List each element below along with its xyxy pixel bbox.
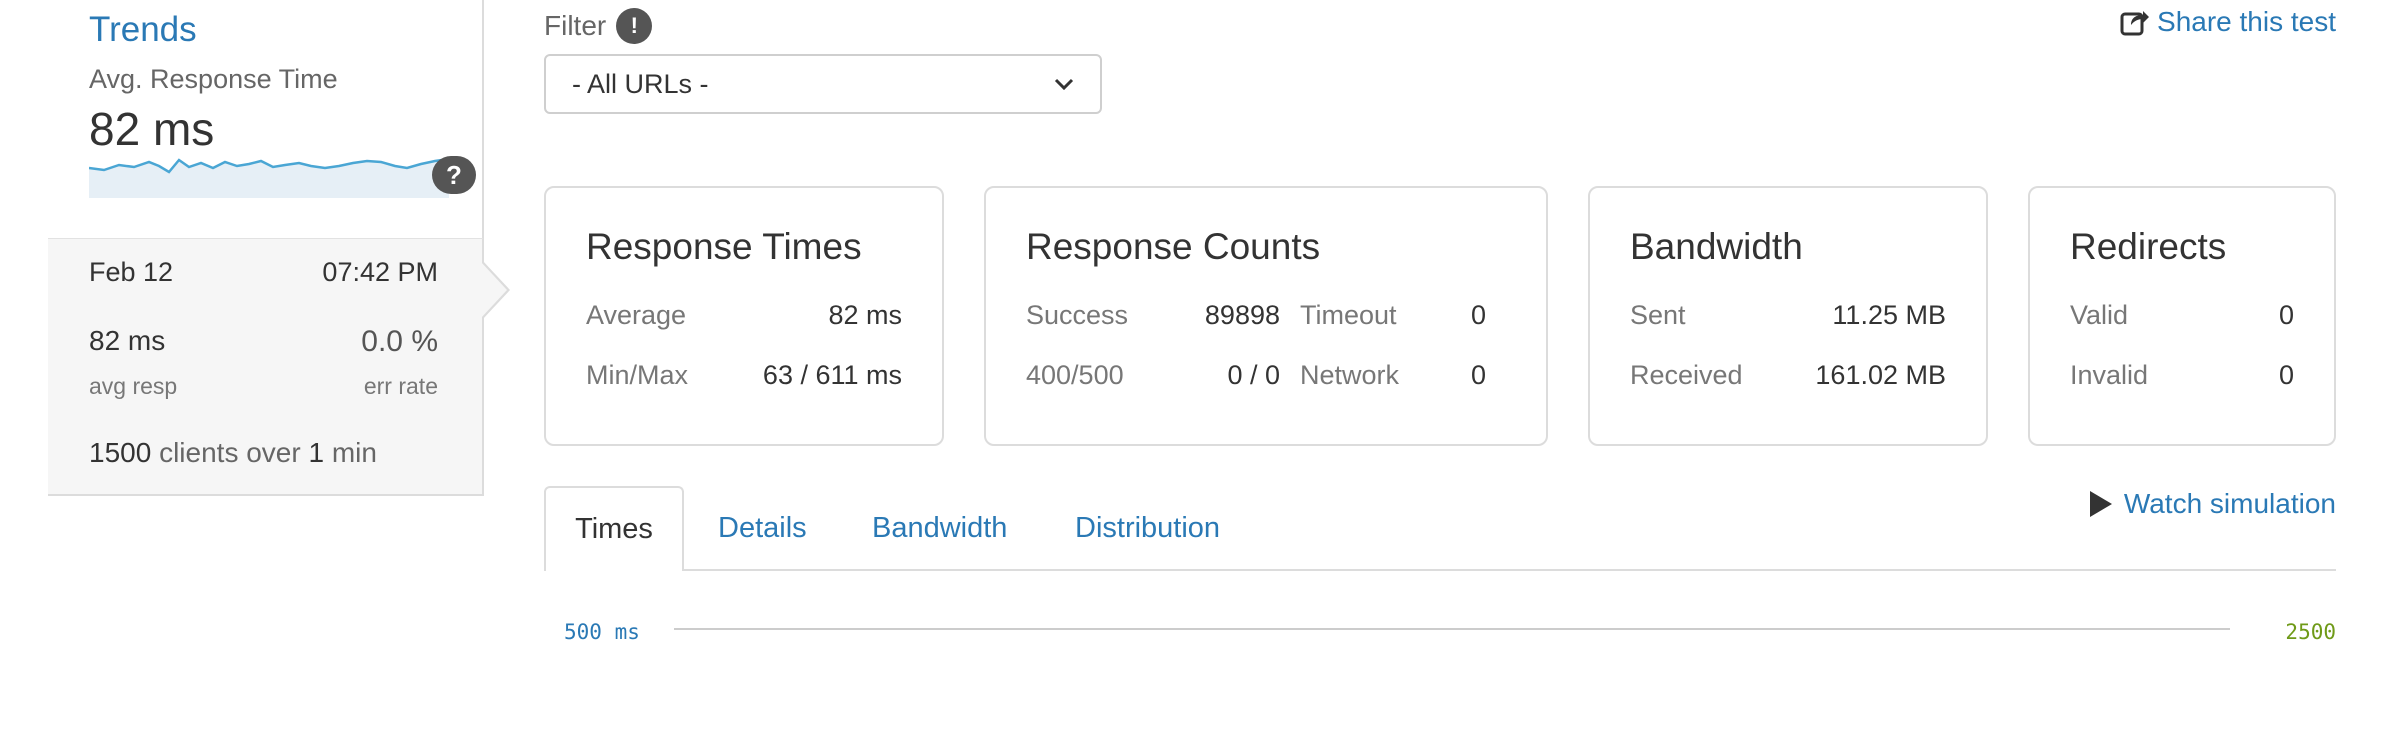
response-times-card: Response Times Average 82 ms Min/Max 63 …: [544, 186, 944, 446]
stat-label: Sent: [1630, 300, 1686, 330]
url-filter-select[interactable]: - All URLs -: [544, 54, 1102, 114]
trends-value: 82 ms: [89, 103, 215, 155]
stat-label: Received: [1630, 360, 1743, 390]
run-clients-summary: 1500 clients over 1 min: [89, 437, 377, 469]
tab-details[interactable]: Details: [718, 486, 807, 571]
chart-baseline: [674, 628, 2230, 630]
card-title: Bandwidth: [1630, 226, 1803, 267]
bandwidth-card: Bandwidth Sent 11.25 MB Received 161.02 …: [1588, 186, 1988, 446]
card-title: Response Counts: [1026, 226, 1321, 267]
duration-number: 1: [308, 437, 325, 468]
stat-value: 0 / 0: [1227, 360, 1280, 390]
response-counts-card: Response Counts Success 89898 Timeout 0 …: [984, 186, 1548, 446]
run-pointer-arrow-fill: [481, 262, 507, 318]
card-title: Redirects: [2070, 226, 2227, 267]
run-avg-resp: 82 ms: [89, 325, 166, 356]
tab-distribution[interactable]: Distribution: [1075, 486, 1220, 571]
tabs-underline: [544, 569, 2336, 571]
trends-panel: Trends Avg. Response Time 82 ms ? Feb 12…: [48, 0, 510, 732]
stat-label: Average: [586, 300, 687, 330]
trends-summary: Trends Avg. Response Time 82 ms ?: [48, 0, 484, 238]
right-axis-label: 2500: [2285, 620, 2336, 644]
run-time: 07:42 PM: [322, 257, 438, 287]
stat-label: Network: [1300, 360, 1400, 390]
duration-unit: min: [324, 437, 377, 468]
trend-sparkline[interactable]: [89, 152, 449, 198]
clients-count: 1500: [89, 437, 152, 468]
card-title: Response Times: [586, 226, 862, 267]
stat-value: 63 / 611 ms: [762, 360, 902, 390]
url-filter-value: - All URLs -: [572, 68, 709, 99]
tab-bandwidth[interactable]: Bandwidth: [872, 486, 1007, 571]
watch-simulation-label: Watch simulation: [2123, 488, 2336, 519]
stat-value: 89898: [1204, 300, 1280, 330]
stat-value: 82 ms: [828, 300, 902, 330]
run-err-rate: 0.0 %: [361, 325, 438, 358]
stat-value: 0: [1470, 300, 1486, 330]
stat-label: Min/Max: [586, 360, 689, 390]
clients-mid-text: clients over: [151, 437, 309, 468]
tab-times[interactable]: Times: [544, 486, 684, 571]
stat-value: 11.25 MB: [1832, 300, 1946, 330]
chevron-down-icon: [1054, 78, 1074, 90]
info-icon[interactable]: !: [616, 8, 653, 44]
stat-label: 400/500: [1026, 360, 1124, 390]
stat-label: Timeout: [1300, 300, 1397, 330]
stat-value: 0: [2278, 300, 2294, 330]
stat-label: Success: [1026, 300, 1129, 330]
stat-label: Invalid: [2070, 360, 2149, 390]
play-icon: [2089, 491, 2112, 517]
share-test-label: Share this test: [2157, 6, 2336, 37]
share-test-link[interactable]: Share this test: [2119, 6, 2336, 38]
selected-run-panel[interactable]: Feb 12 07:42 PM 82 ms avg resp 0.0 % err…: [48, 238, 484, 496]
run-err-rate-label: err rate: [363, 373, 438, 399]
filter-label-group: Filter !: [544, 8, 653, 44]
filter-label: Filter: [544, 10, 607, 41]
redirects-card: Redirects Valid 0 Invalid 0: [2028, 186, 2336, 446]
stat-label: Valid: [2070, 300, 2129, 330]
run-avg-resp-label: avg resp: [89, 373, 178, 399]
stat-value: 0: [2278, 360, 2294, 390]
help-icon[interactable]: ?: [432, 156, 476, 194]
share-icon: [2120, 11, 2150, 36]
stat-value: 161.02 MB: [1815, 360, 1946, 390]
stat-value: 0: [1470, 360, 1486, 390]
watch-simulation-link[interactable]: Watch simulation: [2089, 488, 2336, 520]
run-date: Feb 12: [89, 257, 174, 287]
trends-subtitle: Avg. Response Time: [89, 64, 338, 94]
trends-title[interactable]: Trends: [89, 10, 197, 50]
left-axis-label: 500 ms: [564, 620, 640, 644]
